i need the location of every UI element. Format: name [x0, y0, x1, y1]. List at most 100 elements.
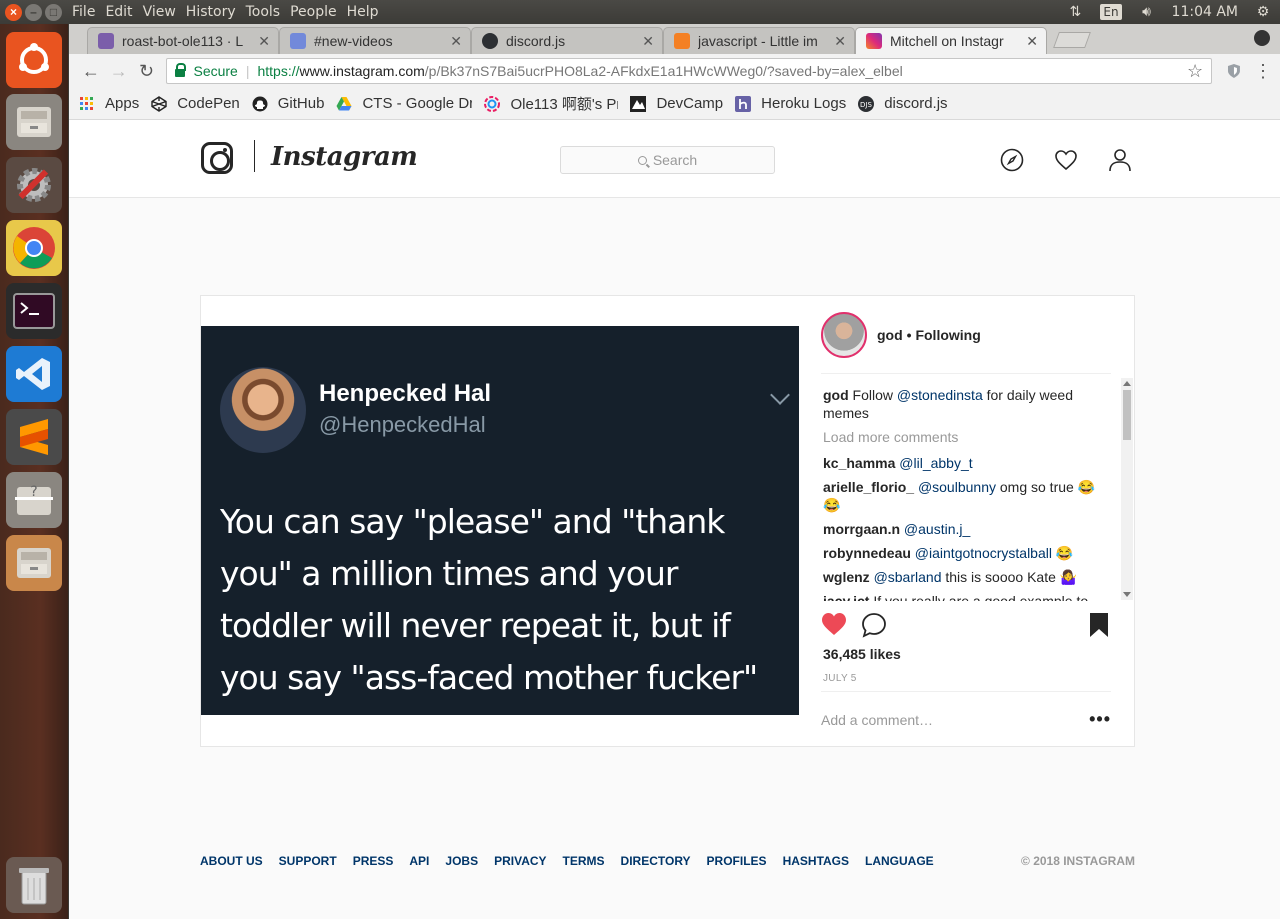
- tab-instagram[interactable]: Mitchell on Instagr ✕: [855, 27, 1047, 54]
- comment-username[interactable]: wglenz: [823, 569, 870, 585]
- footer-link-about-us[interactable]: ABOUT US: [200, 854, 263, 868]
- menu-tools[interactable]: Tools: [246, 4, 281, 20]
- close-icon[interactable]: ✕: [834, 33, 846, 50]
- menu-file[interactable]: File: [72, 4, 95, 20]
- sublime-text-icon[interactable]: [6, 409, 62, 465]
- window-close-button[interactable]: ×: [5, 3, 22, 21]
- scrollbar-thumb[interactable]: [1123, 390, 1131, 440]
- menu-view[interactable]: View: [143, 4, 176, 20]
- more-options-icon[interactable]: •••: [1089, 709, 1111, 730]
- close-icon[interactable]: ✕: [642, 33, 654, 50]
- comment-mention[interactable]: @iaintgotnocrystalball: [915, 545, 1052, 561]
- like-heart-icon[interactable]: [821, 612, 847, 636]
- volume-icon[interactable]: 🔊︎: [1138, 3, 1156, 21]
- comment-username[interactable]: god: [823, 387, 849, 403]
- unknown-app-icon[interactable]: ?: [6, 472, 62, 528]
- tab-new-videos[interactable]: #new-videos ✕: [279, 27, 471, 54]
- load-more-comments-button[interactable]: Load more comments: [823, 428, 1111, 446]
- following-status[interactable]: • Following: [907, 327, 981, 343]
- chrome-menu-icon[interactable]: ⋮: [1254, 62, 1272, 80]
- likes-count[interactable]: 36,485 likes: [823, 646, 901, 662]
- forward-arrow-icon[interactable]: →: [105, 57, 133, 85]
- tab-stackoverflow[interactable]: javascript - Little im ✕: [663, 27, 855, 54]
- files-secondary-icon[interactable]: [6, 535, 62, 591]
- add-comment-input[interactable]: Add a comment… •••: [821, 691, 1111, 747]
- footer-link-press[interactable]: PRESS: [353, 854, 394, 868]
- comment-mention[interactable]: @austin.j_: [904, 521, 970, 537]
- footer-link-api[interactable]: API: [409, 854, 429, 868]
- scroll-down-arrow-icon[interactable]: [1123, 592, 1131, 597]
- comment-username[interactable]: robynnedeau: [823, 545, 911, 561]
- footer-link-privacy[interactable]: PRIVACY: [494, 854, 546, 868]
- comment-username[interactable]: arielle_florio_: [823, 479, 914, 495]
- bookmark-google-drive[interactable]: CTS - Google Dri: [336, 95, 472, 112]
- close-icon[interactable]: ✕: [1026, 33, 1038, 50]
- reload-icon[interactable]: ↻: [133, 57, 161, 85]
- instagram-wordmark[interactable]: Instagram: [271, 142, 418, 172]
- terminal-icon[interactable]: [6, 283, 62, 339]
- menu-edit[interactable]: Edit: [105, 4, 132, 20]
- network-arrows-icon[interactable]: ⇅: [1066, 3, 1084, 21]
- new-tab-button[interactable]: [1053, 32, 1091, 48]
- close-icon[interactable]: ✕: [450, 33, 462, 50]
- system-settings-icon[interactable]: [6, 157, 62, 213]
- scroll-up-arrow-icon[interactable]: [1123, 381, 1131, 386]
- footer-link-directory[interactable]: DIRECTORY: [621, 854, 691, 868]
- footer-link-terms[interactable]: TERMS: [563, 854, 605, 868]
- instagram-camera-logo-icon[interactable]: [201, 142, 233, 174]
- comment-username[interactable]: morrgaan.n: [823, 521, 900, 537]
- profile-icon[interactable]: [1254, 30, 1270, 46]
- post-image-tweet-screenshot[interactable]: Henpecked Hal @HenpeckedHal You can say …: [201, 326, 799, 715]
- author-avatar[interactable]: [821, 311, 867, 358]
- comment-mention[interactable]: @sbarland: [874, 569, 942, 585]
- menu-people[interactable]: People: [290, 4, 337, 20]
- shield-extension-icon[interactable]: [1226, 63, 1242, 79]
- comments-scrollbar[interactable]: [1121, 378, 1133, 600]
- search-input[interactable]: Search: [560, 146, 775, 174]
- vscode-icon[interactable]: [6, 346, 62, 402]
- profile-user-icon[interactable]: [1108, 148, 1132, 172]
- activity-heart-icon[interactable]: [1054, 148, 1078, 172]
- clock[interactable]: 11:04 AM: [1172, 4, 1238, 20]
- bookmark-star-icon[interactable]: ☆: [1187, 61, 1203, 82]
- save-bookmark-icon[interactable]: [1089, 612, 1109, 638]
- menu-help[interactable]: Help: [347, 4, 379, 20]
- files-icon[interactable]: [6, 94, 62, 150]
- bookmark-codepen[interactable]: CodePen: [151, 95, 240, 112]
- settings-gear-icon[interactable]: ⚙: [1254, 3, 1272, 21]
- bookmark-apps[interactable]: Apps: [79, 95, 139, 112]
- address-bar[interactable]: Secure | https:// www.instagram.com /p/B…: [166, 58, 1213, 84]
- footer-link-profiles[interactable]: PROFILES: [707, 854, 767, 868]
- window-maximize-button[interactable]: □: [45, 3, 62, 21]
- footer-link-hashtags[interactable]: HASHTAGS: [783, 854, 849, 868]
- footer-link-support[interactable]: SUPPORT: [279, 854, 337, 868]
- bookmark-heroku-logs[interactable]: Heroku Logs: [735, 95, 846, 112]
- ubuntu-dash-icon[interactable]: [6, 32, 62, 88]
- bookmark-ole113[interactable]: Ole113 啊额's Pr: [484, 93, 618, 114]
- window-minimize-button[interactable]: –: [25, 3, 42, 21]
- explore-compass-icon[interactable]: [1000, 148, 1024, 172]
- keyboard-layout-indicator[interactable]: En: [1100, 4, 1122, 20]
- post-date[interactable]: JULY 5: [823, 673, 857, 684]
- secure-indicator[interactable]: Secure: [175, 63, 238, 79]
- close-icon[interactable]: ✕: [258, 33, 270, 50]
- comment-bubble-icon[interactable]: [861, 612, 887, 638]
- footer-link-jobs[interactable]: JOBS: [445, 854, 478, 868]
- tab-roast-bot[interactable]: roast-bot-ole113 · L ✕: [87, 27, 279, 54]
- bookmark-github[interactable]: GitHub: [252, 95, 324, 112]
- chrome-icon[interactable]: [6, 220, 62, 276]
- tab-discordjs[interactable]: discord.js ✕: [471, 27, 663, 54]
- comment-username[interactable]: jacy.jct: [823, 593, 869, 601]
- footer-link-language[interactable]: LANGUAGE: [865, 854, 934, 868]
- comment-mention[interactable]: @soulbunny: [918, 479, 996, 495]
- author-username[interactable]: god: [877, 327, 903, 343]
- back-arrow-icon[interactable]: ←: [77, 57, 105, 85]
- comment-username[interactable]: kc_hamma: [823, 455, 895, 471]
- window-controls: × – □: [5, 3, 67, 21]
- menu-history[interactable]: History: [186, 4, 236, 20]
- bookmark-discordjs[interactable]: DJS discord.js: [858, 95, 948, 112]
- bookmark-devcamp[interactable]: DevCamp: [630, 95, 723, 112]
- comment-mention[interactable]: @lil_abby_t: [899, 455, 972, 471]
- trash-icon[interactable]: [6, 857, 62, 913]
- comment-mention[interactable]: @stonedinsta: [897, 387, 983, 403]
